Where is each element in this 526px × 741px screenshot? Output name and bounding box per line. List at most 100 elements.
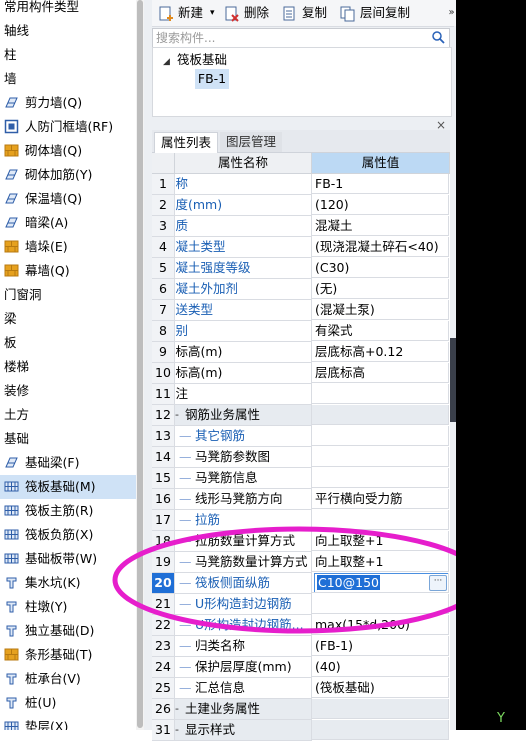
property-value-selected-text[interactable]: C10@150 [317,575,380,590]
tree-item-18[interactable]: 基础 [0,427,29,451]
tree-item-27[interactable]: 条形基础(T) [0,643,92,667]
ellipsis-button[interactable]: ··· [429,575,447,591]
property-value-cell[interactable] [312,384,449,404]
property-value-cell[interactable]: 平行横向受力筋 [312,489,449,509]
tree-item-3[interactable]: 墙 [0,67,17,91]
property-row[interactable]: 9顶标高(m) 层底标高+0.12 [152,342,450,363]
property-value-cell[interactable]: (筏板基础) [312,678,449,698]
property-row[interactable]: 18— 拉筋数量计算方式 向上取整+1 [152,531,450,552]
expand-toggle-icon[interactable]: - [175,405,179,425]
property-value-cell[interactable] [312,720,449,740]
tree-item-17[interactable]: 土方 [0,403,29,427]
tree-item-24[interactable]: 集水坑(K) [0,571,80,595]
tree-item-16[interactable]: 装修 [0,379,29,403]
tree-item-25[interactable]: 柱墩(Y) [0,595,67,619]
delete-button[interactable]: 删除 [224,4,274,22]
property-value-cell[interactable]: (无) [312,279,449,299]
property-row[interactable]: 14— 马凳筋参数图 [152,447,450,468]
property-row[interactable]: 4混凝土类型 (现浇混凝土碎石<40) [152,237,450,258]
property-value-cell[interactable]: 有梁式 [312,321,449,341]
property-row[interactable]: 24— 保护层厚度(mm) (40) [152,657,450,678]
property-row[interactable]: 25— 汇总信息 (筏板基础) [152,678,450,699]
component-group-raft[interactable]: ◢ 筏板基础 [163,51,227,69]
property-row[interactable]: 19— 马凳筋数量计算方式 向上取整+1 [152,552,450,573]
tree-item-6[interactable]: 砌体墙(Q) [0,139,82,163]
property-row[interactable]: 2厚度(mm) (120) [152,195,450,216]
component-item-fb1[interactable]: FB-1 [195,69,229,89]
property-row[interactable]: 1名称 FB-1 [152,174,450,195]
property-row[interactable]: 7泵送类型 (混凝土泵) [152,300,450,321]
property-value-cell[interactable]: (40) [312,657,449,677]
tree-item-8[interactable]: 保温墙(Q) [0,187,82,211]
property-value-cell[interactable] [312,510,449,530]
tree-item-19[interactable]: 基础梁(F) [0,451,79,475]
property-value-cell[interactable] [312,405,449,425]
property-value-cell[interactable]: (C30) [312,258,449,278]
property-value-cell[interactable]: 混凝土 [312,216,449,236]
search-input[interactable] [156,29,426,47]
tree-item-30[interactable]: 垫层(X) [0,715,68,730]
property-value-cell[interactable] [312,426,449,446]
property-row[interactable]: 20— 筏板侧面纵筋 C10@150 ··· [152,573,450,594]
tree-item-13[interactable]: 梁 [0,307,17,331]
property-row[interactable]: 17— 拉筋 [152,510,450,531]
tree-item-26[interactable]: 独立基础(D) [0,619,94,643]
tree-item-15[interactable]: 楼梯 [0,355,29,379]
tree-scrollbar-thumb[interactable] [137,0,143,728]
property-row[interactable]: 12- 钢筋业务属性 [152,405,450,426]
expand-toggle-icon[interactable]: - [175,699,179,719]
property-row[interactable]: 3材质 混凝土 [152,216,450,237]
property-row[interactable]: 13— 其它钢筋 [152,426,450,447]
property-row[interactable]: 26- 土建业务属性 [152,699,450,720]
property-row[interactable]: 8类别 有梁式 [152,321,450,342]
tree-item-2[interactable]: 柱 [0,43,17,67]
tree-item-23[interactable]: 基础板带(W) [0,547,97,571]
property-row[interactable]: 23— 归类名称 (FB-1) [152,636,450,657]
property-row[interactable]: 22— U形构造封边钢筋... max(15*d,200) [152,615,450,636]
property-value-cell[interactable]: 向上取整+1 [312,531,449,551]
tree-item-20[interactable]: 筏板基础(M) [0,475,136,499]
property-row[interactable]: 10底标高(m) 层底标高 [152,363,450,384]
property-value-cell[interactable]: FB-1 [312,174,449,194]
property-value-cell[interactable] [312,447,449,467]
property-value-cell[interactable]: (FB-1) [312,636,449,656]
tree-item-0[interactable]: 常用构件类型 [0,0,79,19]
property-value-editor[interactable]: C10@150 ··· [314,573,448,592]
tree-item-11[interactable]: 幕墙(Q) [0,259,70,283]
tree-item-7[interactable]: 砌体加筋(Y) [0,163,92,187]
property-row[interactable]: 5混凝土强度等级 (C30) [152,258,450,279]
floor-copy-button[interactable]: 层间复制 [340,4,420,22]
property-value-cell[interactable]: C10@150 ··· [312,573,449,593]
search-icon[interactable] [432,31,445,44]
tab-layer-management[interactable]: 图层管理 [220,132,283,152]
property-value-cell[interactable] [312,699,449,719]
tree-item-1[interactable]: 轴线 [0,19,29,43]
property-row[interactable]: 16— 线形马凳筋方向 平行横向受力筋 [152,489,450,510]
tree-item-12[interactable]: 门窗洞 [0,283,42,307]
panel-resize-handle[interactable] [450,338,456,422]
tree-item-10[interactable]: 墙垛(E) [0,235,68,259]
property-value-cell[interactable] [312,468,449,488]
property-value-cell[interactable]: (120) [312,195,449,215]
tree-item-5[interactable]: 人防门框墙(RF) [0,115,113,139]
property-value-cell[interactable]: 层底标高+0.12 [312,342,449,362]
tree-item-22[interactable]: 筏板负筋(X) [0,523,93,547]
collapse-triangle-icon[interactable]: ◢ [163,53,177,71]
tree-item-14[interactable]: 板 [0,331,17,355]
property-value-cell[interactable] [312,594,449,614]
expand-toggle-icon[interactable]: - [175,720,179,740]
property-value-cell[interactable]: (混凝土泵) [312,300,449,320]
property-row[interactable]: 31- 显示样式 [152,720,450,741]
chevron-down-icon[interactable]: ▾ [210,4,215,22]
property-value-cell[interactable]: (现浇混凝土碎石<40) [312,237,449,257]
tab-property-list[interactable]: 属性列表 [154,132,219,154]
tree-item-9[interactable]: 暗梁(A) [0,211,68,235]
copy-button[interactable]: 复制 [282,4,332,22]
tree-item-4[interactable]: 剪力墙(Q) [0,91,82,115]
tree-item-29[interactable]: 桩(U) [0,691,56,715]
property-value-cell[interactable]: 向上取整+1 [312,552,449,572]
toolbar-more-button[interactable]: » [447,0,456,26]
tree-item-28[interactable]: 桩承台(V) [0,667,81,691]
tree-item-21[interactable]: 筏板主筋(R) [0,499,93,523]
property-value-cell[interactable]: 层底标高 [312,363,449,383]
